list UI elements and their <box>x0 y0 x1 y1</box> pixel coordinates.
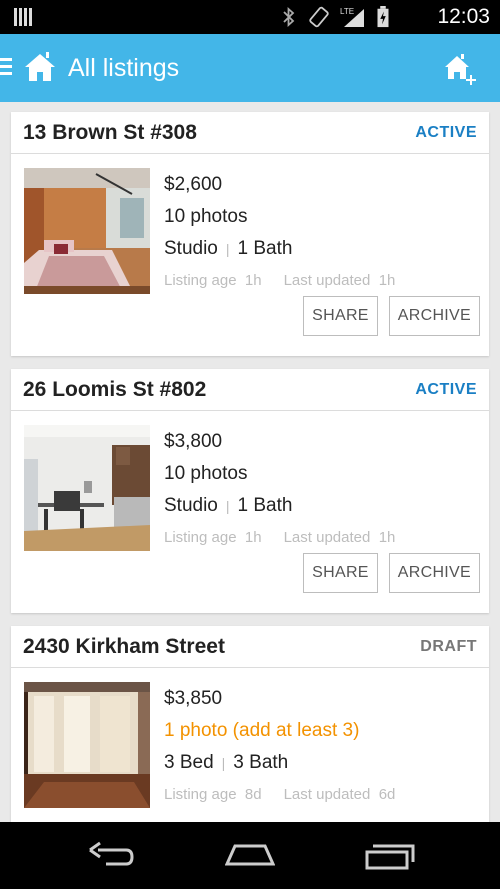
status-bar: LTE 12:03 <box>0 0 500 34</box>
listing-beds: Studio <box>164 495 218 516</box>
bedroom-photo <box>24 168 150 294</box>
listing-baths: 1 Bath <box>237 238 293 259</box>
listing-card[interactable]: 2430 Kirkham Street DRAFT $3,850 1 photo… <box>11 626 489 822</box>
listing-age-label: Listing age <box>164 786 237 803</box>
back-icon[interactable] <box>86 840 136 872</box>
status-badge: ACTIVE <box>415 381 477 398</box>
listing-photo[interactable] <box>24 168 150 294</box>
last-updated-value: 1h <box>378 272 396 289</box>
last-updated-label: Last updated <box>283 786 371 803</box>
listing-price: $3,800 <box>164 431 223 452</box>
studio-photo <box>24 425 150 551</box>
bluetooth-icon <box>283 6 295 28</box>
listing-rooms: Studio | 1 Bath <box>164 238 395 270</box>
archive-button[interactable]: ARCHIVE <box>388 553 480 593</box>
home-nav-icon[interactable] <box>225 840 275 872</box>
listing-meta: Listing age 8d Last updated 6d <box>164 786 395 803</box>
menu-icon[interactable] <box>0 58 12 78</box>
listing-card[interactable]: 26 Loomis St #802 ACTIVE $3,800 10 photo… <box>11 369 489 613</box>
listing-photo[interactable] <box>24 682 150 808</box>
share-button[interactable]: SHARE <box>303 553 378 593</box>
listing-beds: Studio <box>164 238 218 259</box>
last-updated-label: Last updated <box>283 272 371 289</box>
listing-age-value: 1h <box>244 272 262 289</box>
listing-photo[interactable] <box>24 425 150 551</box>
listing-rooms: Studio | 1 Bath <box>164 495 395 527</box>
listing-card-header: 26 Loomis St #802 ACTIVE <box>11 369 489 411</box>
listing-price: $2,600 <box>164 174 223 195</box>
home-icon[interactable] <box>22 49 58 85</box>
last-updated-value: 1h <box>378 529 396 546</box>
listing-card[interactable]: 13 Brown St #308 ACTIVE $2,600 10 photos… <box>11 112 489 356</box>
listing-card-header: 2430 Kirkham Street DRAFT <box>11 626 489 668</box>
status-badge: ACTIVE <box>415 124 477 141</box>
listing-baths: 3 Bath <box>233 752 289 773</box>
listing-price: $3,850 <box>164 688 223 709</box>
listing-age-value: 1h <box>244 529 262 546</box>
listing-address[interactable]: 2430 Kirkham Street <box>23 635 225 659</box>
lte-signal-icon: LTE <box>340 7 364 27</box>
last-updated-label: Last updated <box>283 529 371 546</box>
rotate-icon <box>309 6 329 28</box>
listing-age-label: Listing age <box>164 529 237 546</box>
listing-age-value: 8d <box>244 786 262 803</box>
listing-photo-count: 10 photos <box>164 206 248 227</box>
listing-rooms: 3 Bed | 3 Bath <box>164 752 395 784</box>
listing-photo-count: 10 photos <box>164 463 248 484</box>
recents-icon[interactable] <box>365 840 415 872</box>
notification-icon <box>14 8 34 26</box>
add-listing-icon[interactable] <box>442 50 478 86</box>
listing-age-label: Listing age <box>164 272 237 289</box>
status-time: 12:03 <box>437 5 490 28</box>
share-button[interactable]: SHARE <box>303 296 378 336</box>
listing-beds: 3 Bed <box>164 752 214 773</box>
listing-address[interactable]: 26 Loomis St #802 <box>23 378 206 402</box>
separator: | <box>225 498 230 514</box>
listing-meta: Listing age 1h Last updated 1h <box>164 272 395 289</box>
listing-card-header: 13 Brown St #308 ACTIVE <box>11 112 489 154</box>
status-badge: DRAFT <box>420 638 477 655</box>
separator: | <box>221 755 226 771</box>
listing-address[interactable]: 13 Brown St #308 <box>23 121 197 145</box>
living-room-photo <box>24 682 150 808</box>
last-updated-value: 6d <box>378 786 396 803</box>
listing-meta: Listing age 1h Last updated 1h <box>164 529 395 546</box>
listing-baths: 1 Bath <box>237 495 293 516</box>
listings-list[interactable]: 13 Brown St #308 ACTIVE $2,600 10 photos… <box>0 102 500 822</box>
listing-photo-count: 1 photo (add at least 3) <box>164 720 360 741</box>
archive-button[interactable]: ARCHIVE <box>388 296 480 336</box>
battery-charging-icon <box>377 6 389 28</box>
svg-text:LTE: LTE <box>340 7 354 16</box>
status-icons: LTE <box>280 6 390 28</box>
navigation-bar <box>0 822 500 889</box>
app-bar: All listings <box>0 34 500 102</box>
page-title: All listings <box>68 54 180 82</box>
separator: | <box>225 241 230 257</box>
